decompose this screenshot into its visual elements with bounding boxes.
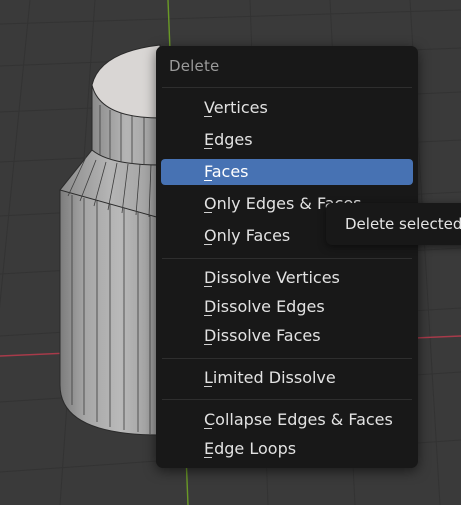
menu-item-label: Dissolve Edges	[204, 297, 325, 316]
menu-separator	[162, 258, 412, 259]
menu-item-vertices[interactable]: Vertices	[161, 95, 413, 121]
mnemonic-underline	[204, 386, 212, 387]
menu-item-dissolve-edges[interactable]: Dissolve Edges	[161, 294, 413, 320]
delete-context-menu: Delete Vertices Edges Faces Only Edges &…	[156, 46, 418, 468]
menu-item-faces[interactable]: Faces	[161, 159, 413, 185]
menu-item-label: Dissolve Vertices	[204, 268, 340, 287]
menu-item-label: Vertices	[204, 98, 268, 117]
mnemonic-underline	[204, 344, 212, 345]
mnemonic-underline	[204, 212, 212, 213]
menu-item-limited-dissolve[interactable]: Limited Dissolve	[161, 365, 413, 391]
mnemonic-underline	[204, 244, 212, 245]
tooltip: Delete selected	[326, 203, 461, 245]
mnemonic-underline	[204, 457, 212, 458]
menu-separator	[162, 358, 412, 359]
mnemonic-underline	[204, 180, 212, 181]
menu-separator	[162, 399, 412, 400]
mnemonic-underline	[204, 428, 212, 429]
cylinder-mesh	[59, 44, 161, 436]
menu-separator	[162, 87, 412, 88]
tooltip-text: Delete selected	[345, 215, 461, 233]
menu-item-label: Faces	[204, 162, 249, 181]
mnemonic-underline	[204, 315, 212, 316]
menu-item-label: Edge Loops	[204, 439, 297, 458]
mnemonic-underline	[204, 148, 212, 149]
menu-item-label: Only Faces	[204, 226, 291, 245]
menu-item-label: Dissolve Faces	[204, 326, 321, 345]
menu-title: Delete	[169, 57, 220, 75]
menu-item-dissolve-faces[interactable]: Dissolve Faces	[161, 323, 413, 349]
menu-item-label: Collapse Edges & Faces	[204, 410, 393, 429]
menu-item-label: Edges	[204, 130, 253, 149]
menu-item-label: Limited Dissolve	[204, 368, 336, 387]
menu-item-dissolve-vertices[interactable]: Dissolve Vertices	[161, 265, 413, 291]
mnemonic-underline	[204, 286, 212, 287]
menu-item-collapse-edges-faces[interactable]: Collapse Edges & Faces	[161, 407, 413, 433]
menu-item-edge-loops[interactable]: Edge Loops	[161, 436, 413, 462]
mnemonic-underline	[204, 116, 212, 117]
menu-item-edges[interactable]: Edges	[161, 127, 413, 153]
